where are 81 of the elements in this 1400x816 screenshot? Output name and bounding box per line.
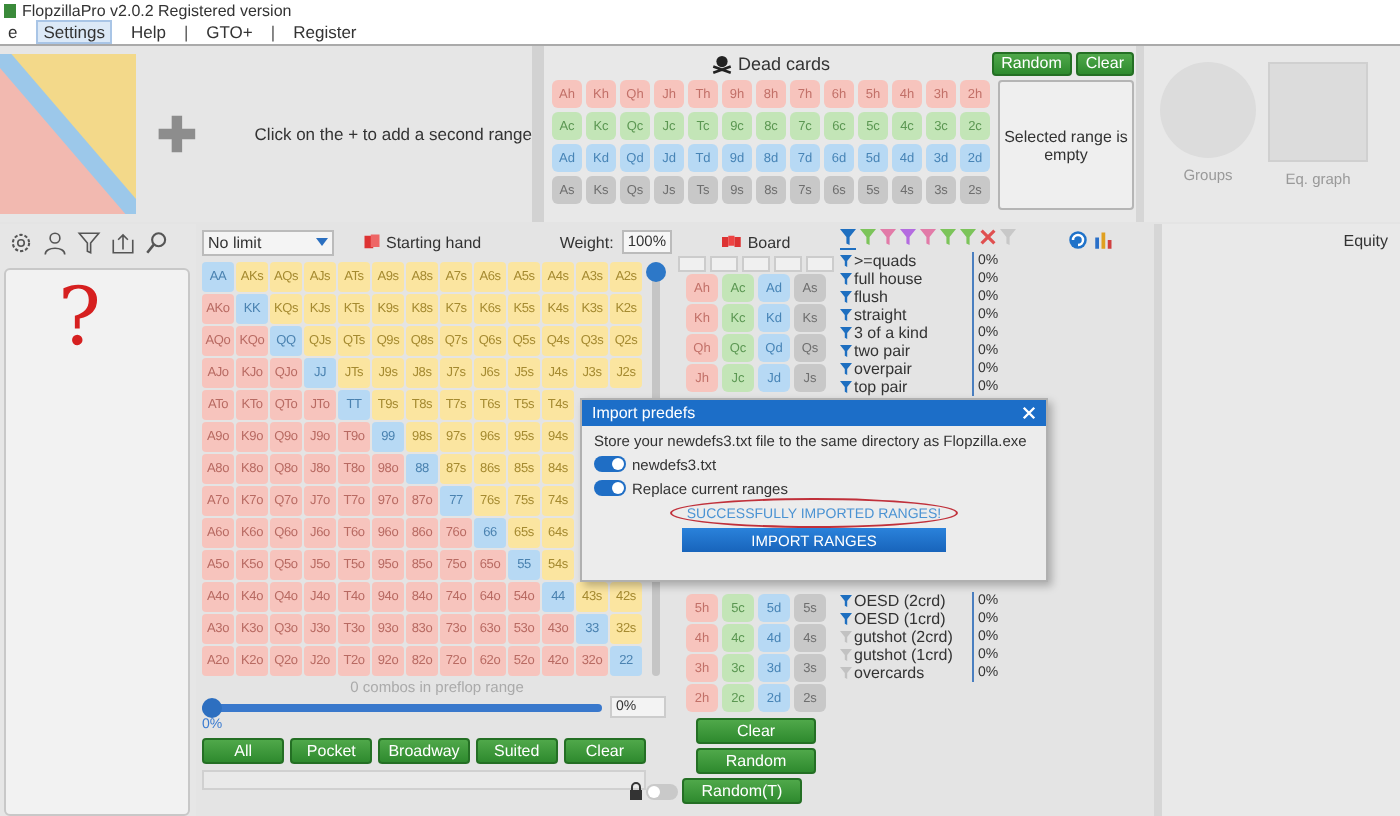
clear-filter-icon[interactable] bbox=[980, 228, 996, 250]
person-icon bbox=[42, 230, 68, 256]
hand-category: straight bbox=[854, 306, 909, 324]
hand-category: full house bbox=[854, 270, 925, 288]
board-button[interactable]: Clear bbox=[696, 718, 816, 744]
dead-cards-title: Dead cards bbox=[737, 54, 831, 74]
plus-icon bbox=[156, 112, 199, 156]
range-preset-button[interactable]: All bbox=[202, 738, 285, 764]
filter-icon[interactable] bbox=[920, 228, 936, 250]
range-slider[interactable] bbox=[202, 703, 602, 711]
hand-category: overpair bbox=[854, 360, 914, 378]
category-filter-icon[interactable] bbox=[840, 308, 852, 322]
range-preset-button[interactable]: Clear bbox=[563, 738, 647, 764]
game-dropdown[interactable]: No limit bbox=[202, 229, 334, 255]
category-filter-icon[interactable] bbox=[840, 326, 852, 340]
menu-separator: | bbox=[270, 22, 276, 42]
question-mark: ? bbox=[58, 274, 101, 362]
hand-category: OESD (2crd) bbox=[854, 592, 948, 610]
hand-category: 3 of a kind bbox=[854, 324, 930, 342]
filter-icon[interactable] bbox=[960, 228, 976, 250]
category-filter-icon[interactable] bbox=[840, 362, 852, 376]
weight-label: Weight: bbox=[559, 233, 614, 251]
filter-icon bbox=[76, 230, 102, 256]
close-icon[interactable] bbox=[1022, 406, 1036, 420]
category-filter-icon[interactable] bbox=[840, 254, 852, 268]
settings-icon bbox=[8, 230, 34, 256]
app-icon bbox=[4, 3, 16, 17]
board-button[interactable]: Random(T) bbox=[682, 778, 802, 804]
slider-thumb[interactable] bbox=[202, 697, 222, 717]
menu-item[interactable]: Register bbox=[285, 20, 365, 44]
category-filter-icon[interactable] bbox=[840, 594, 852, 608]
starting-hand-title: Starting hand bbox=[386, 233, 482, 251]
board-button[interactable]: Random bbox=[696, 748, 816, 774]
category-filter-icon[interactable] bbox=[840, 344, 852, 358]
hand-category: top pair bbox=[854, 378, 910, 396]
category-filter-icon[interactable] bbox=[840, 290, 852, 304]
menu-item[interactable]: Help bbox=[122, 20, 174, 44]
board-title: Board bbox=[747, 233, 791, 251]
range-preset-button[interactable]: Pocket bbox=[290, 738, 373, 764]
cards-icon bbox=[721, 232, 742, 252]
menu-item[interactable]: Settings bbox=[35, 20, 113, 44]
range-text-field[interactable] bbox=[202, 770, 646, 790]
category-filter-icon[interactable] bbox=[840, 612, 852, 626]
hand-category: overcards bbox=[854, 664, 927, 682]
filter-icon[interactable] bbox=[940, 228, 956, 250]
cards-icon bbox=[362, 232, 382, 252]
hand-category: gutshot (1crd) bbox=[854, 646, 955, 664]
menu-item[interactable]: GTO+ bbox=[198, 20, 261, 44]
range-preset-button[interactable]: Suited bbox=[475, 738, 558, 764]
caret-icon bbox=[316, 238, 328, 246]
dead-cards-button[interactable]: Random bbox=[991, 52, 1072, 76]
dialog-title: Import predefs bbox=[592, 404, 696, 422]
category-filter-icon[interactable] bbox=[840, 272, 852, 286]
hand-category: gutshot (2crd) bbox=[854, 628, 955, 646]
filter-icon[interactable] bbox=[880, 228, 896, 250]
equity-title: Equity bbox=[1343, 232, 1388, 250]
toggle-switch[interactable] bbox=[594, 456, 626, 472]
hand-category: >=quads bbox=[854, 252, 919, 270]
filter-icon[interactable] bbox=[860, 228, 876, 250]
lock-icon bbox=[630, 782, 642, 800]
refresh-icon bbox=[1068, 229, 1088, 249]
upload-icon bbox=[110, 230, 136, 256]
filter-icon[interactable] bbox=[840, 228, 856, 250]
filter-icon[interactable] bbox=[900, 228, 916, 250]
window-title: FlopzillaPro v2.0.2 Registered version bbox=[22, 1, 292, 19]
search-icon bbox=[144, 230, 170, 256]
category-filter-icon[interactable] bbox=[840, 380, 852, 394]
hand-category: two pair bbox=[854, 342, 913, 360]
menu-separator: | bbox=[183, 22, 189, 42]
skull-icon bbox=[711, 54, 732, 74]
dead-cards-button[interactable]: Clear bbox=[1075, 52, 1134, 76]
range-preset-button[interactable]: Broadway bbox=[378, 738, 470, 764]
hand-category: OESD (1crd) bbox=[854, 610, 948, 628]
menu-item[interactable]: e bbox=[0, 20, 26, 44]
selection-summary: Selected range is empty bbox=[998, 80, 1134, 210]
toggle-switch[interactable] bbox=[594, 480, 626, 496]
slider-thumb[interactable] bbox=[646, 262, 666, 282]
hand-category: flush bbox=[854, 288, 890, 306]
bar-chart-icon bbox=[1094, 229, 1114, 249]
second-range-hint: Click on the + to add a second range bbox=[254, 124, 532, 144]
lock-toggle[interactable] bbox=[646, 783, 678, 799]
